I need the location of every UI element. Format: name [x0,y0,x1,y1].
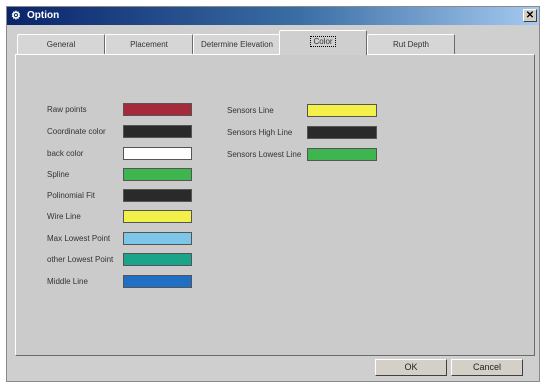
color-row: Coordinate color [47,125,207,139]
tab-placement[interactable]: Placement [105,34,193,54]
color-swatch[interactable] [123,168,192,181]
cancel-button[interactable]: Cancel [451,359,523,376]
color-swatch[interactable] [123,103,192,116]
color-label: Middle Line [47,277,88,286]
color-label: Max Lowest Point [47,234,111,243]
color-label: back color [47,149,84,158]
color-label: Coordinate color [47,127,106,136]
tab-rut-depth[interactable]: Rut Depth [367,34,455,54]
tab-color[interactable]: Color [279,30,367,55]
color-swatch[interactable] [307,126,377,139]
color-row: other Lowest Point [47,253,207,267]
title-bar: ⚙ Option ✕ [7,7,539,25]
close-icon: ✕ [525,10,535,21]
color-row: Sensors Line [227,104,387,118]
color-row: back color [47,147,207,161]
color-panel: Raw points Coordinate color back color S… [15,54,535,356]
color-label: Polinomial Fit [47,191,96,200]
color-swatch[interactable] [307,148,377,161]
color-swatch[interactable] [307,104,377,117]
color-label: Sensors Lowest Line [227,150,302,159]
color-row: Wire Line [47,210,207,224]
color-swatch[interactable] [123,275,192,288]
window-title: Option [27,10,60,21]
option-dialog: ⚙ Option ✕ General Placement Determine E… [6,6,540,382]
color-row: Sensors Lowest Line [227,148,387,162]
color-row: Raw points [47,103,207,117]
color-label: Sensors Line [227,106,274,115]
tab-color-label: Color [310,36,336,47]
close-button[interactable]: ✕ [523,9,537,22]
ok-button[interactable]: OK [375,359,447,376]
tab-general[interactable]: General [17,34,105,54]
app-icon: ⚙ [11,10,21,22]
tab-determine-elevation[interactable]: Determine Elevation [193,34,281,54]
color-swatch[interactable] [123,147,192,160]
color-swatch[interactable] [123,189,192,202]
color-swatch[interactable] [123,253,192,266]
color-swatch[interactable] [123,232,192,245]
color-row: Polinomial Fit [47,189,207,203]
color-label: Wire Line [47,212,81,221]
color-label: Spline [47,170,70,179]
color-swatch[interactable] [123,125,192,138]
color-row: Max Lowest Point [47,232,207,246]
color-row: Sensors High Line [227,126,387,140]
color-swatch[interactable] [123,210,192,223]
color-label: Raw points [47,105,87,114]
color-label: Sensors High Line [227,128,293,137]
tab-strip: General Placement Determine Elevation Co… [15,29,535,55]
color-row: Middle Line [47,275,207,289]
color-label: other Lowest Point [47,255,114,264]
color-row: Spline [47,168,207,182]
